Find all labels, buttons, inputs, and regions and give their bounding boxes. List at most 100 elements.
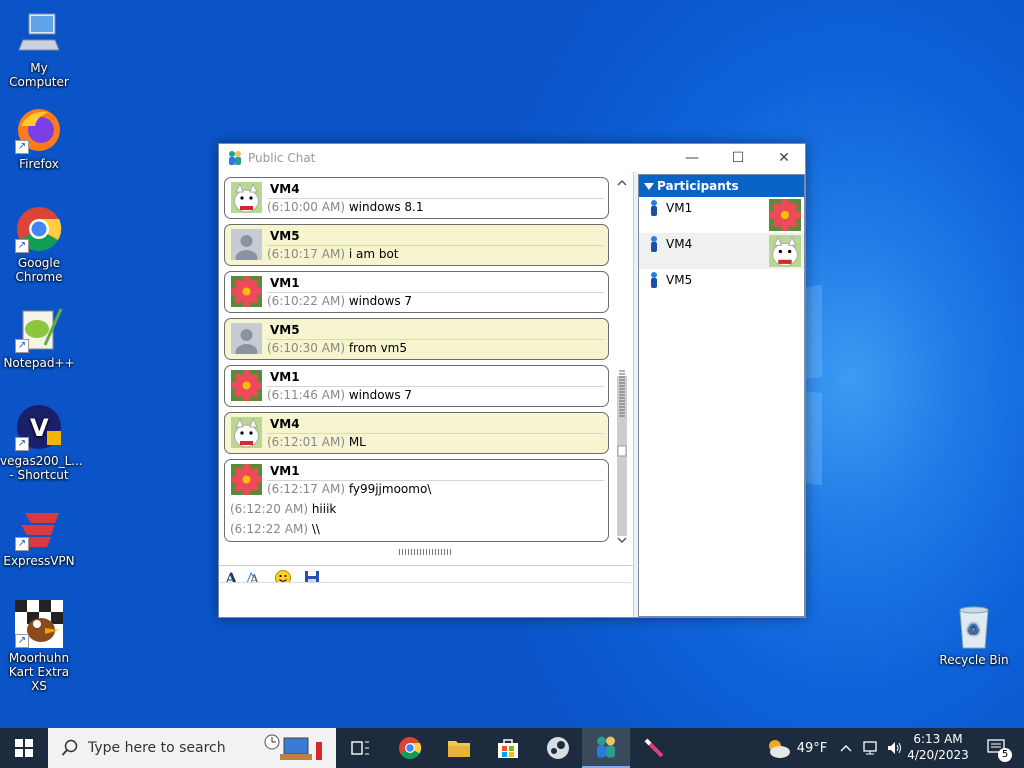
taskbar-app-steam[interactable] xyxy=(534,728,582,768)
desktop-icon-my-computer[interactable]: My Computer xyxy=(0,10,78,89)
message-body: (6:12:17 AM) fy99jjmoomo\ xyxy=(267,482,431,496)
flower-avatar xyxy=(231,464,262,495)
message-author: VM1 xyxy=(270,464,300,478)
desktop-icon-recycle-bin[interactable]: ♻ Recycle Bin xyxy=(935,602,1013,667)
shortcut-arrow-icon: ↗ xyxy=(15,537,29,551)
desktop-icon-vegas[interactable]: V ↗ vegas200_L... - Shortcut xyxy=(0,403,83,482)
moorhuhn-icon: ↗ xyxy=(15,600,63,648)
collapse-triangle-icon xyxy=(644,183,654,190)
message-divider xyxy=(267,198,604,199)
show-hidden-icons-button[interactable] xyxy=(836,728,856,768)
message-author: VM5 xyxy=(270,229,300,243)
volume-button[interactable] xyxy=(884,728,906,768)
folder-icon xyxy=(448,741,470,757)
taskbar-file-explorer[interactable] xyxy=(435,728,483,768)
notification-center-button[interactable]: 5 xyxy=(978,728,1018,768)
shortcut-arrow-icon: ↗ xyxy=(15,239,29,253)
participant-item[interactable]: VM4 xyxy=(639,233,804,269)
taskbar-app-pen[interactable] xyxy=(630,728,678,768)
message-text: fy99jjmoomo\ xyxy=(348,482,432,496)
message-text: windows 7 xyxy=(348,388,413,402)
message-time: (6:10:22 AM) xyxy=(267,294,345,308)
chat-message: VM5 (6:10:30 AM) from vm5 xyxy=(224,318,609,360)
taskbar-store[interactable] xyxy=(484,728,532,768)
message-text: hiiik xyxy=(311,502,337,516)
task-view-icon xyxy=(351,741,369,755)
chat-message: VM4 (6:10:00 AM) windows 8.1 xyxy=(224,177,609,219)
close-icon: ✕ xyxy=(778,150,790,166)
message-body: (6:11:46 AM) windows 7 xyxy=(267,388,412,402)
start-button[interactable] xyxy=(0,728,48,768)
firefox-icon: ↗ xyxy=(15,106,63,154)
taskbar-chat-app[interactable] xyxy=(582,728,630,768)
maximize-button[interactable]: ☐ xyxy=(715,144,761,172)
close-button[interactable]: ✕ xyxy=(761,144,807,172)
desktop-icon-notepadpp[interactable]: ↗ Notepad++ xyxy=(0,305,78,370)
participants-header-label: Participants xyxy=(657,179,739,193)
message-author: VM4 xyxy=(270,182,300,196)
vegas-icon: V ↗ xyxy=(15,403,63,451)
user-icon xyxy=(650,272,658,288)
expressvpn-icon: ↗ xyxy=(15,503,63,551)
message-body: (6:10:30 AM) from vm5 xyxy=(267,341,407,355)
flower-avatar xyxy=(231,276,262,307)
taskbar-search-box[interactable]: Type here to search xyxy=(48,728,336,768)
minimize-button[interactable]: — xyxy=(669,144,715,172)
chat-message: VM1 (6:12:17 AM) fy99jjmoomo\ (6:12:20 A… xyxy=(224,459,609,542)
participant-item[interactable]: VM5 xyxy=(639,269,804,305)
message-body: (6:10:00 AM) windows 8.1 xyxy=(267,200,424,214)
notification-badge: 5 xyxy=(998,748,1012,762)
message-text: windows 7 xyxy=(348,294,413,308)
desktop-icon-label: Recycle Bin xyxy=(939,653,1009,667)
default-avatar xyxy=(231,323,262,354)
weather-widget[interactable]: 49°F xyxy=(760,728,832,768)
speaker-icon xyxy=(888,742,901,754)
participant-name: VM5 xyxy=(666,273,693,287)
taskbar-chrome[interactable] xyxy=(386,728,434,768)
desktop-icon-label: Google Chrome xyxy=(15,256,63,284)
computer-icon xyxy=(15,10,63,58)
network-button[interactable] xyxy=(860,728,882,768)
message-time: (6:12:20 AM) xyxy=(230,502,308,516)
chat-history[interactable]: VM4 (6:10:00 AM) windows 8.1 VM5 (6:10:1… xyxy=(219,172,633,565)
cat-avatar xyxy=(769,235,801,267)
message-author: VM5 xyxy=(270,323,300,337)
search-placeholder: Type here to search xyxy=(88,740,226,756)
minimize-icon: — xyxy=(685,150,699,166)
message-time: (6:12:22 AM) xyxy=(230,522,308,536)
message-input[interactable] xyxy=(219,583,633,617)
desktop-icon-label: Firefox xyxy=(19,157,59,171)
chrome-icon xyxy=(399,737,422,759)
message-divider xyxy=(267,339,604,340)
windows-logo-icon xyxy=(15,739,33,757)
message-author: VM1 xyxy=(270,370,300,384)
chrome-icon: ↗ xyxy=(15,205,63,253)
message-body: (6:12:01 AM) ML xyxy=(267,435,366,449)
desktop-icon-label: vegas200_L... - Shortcut xyxy=(0,454,83,482)
participants-header[interactable]: Participants xyxy=(639,175,804,197)
message-time: (6:10:30 AM) xyxy=(267,341,345,355)
taskbar: Type here to search 49°F 6:13 AM 4/20/20… xyxy=(0,728,1024,768)
network-icon xyxy=(863,741,877,755)
maximize-icon: ☐ xyxy=(731,150,745,166)
participant-item[interactable]: VM1 xyxy=(639,197,804,233)
window-titlebar[interactable]: Public Chat — ☐ ✕ xyxy=(219,144,805,172)
splitter-grip[interactable] xyxy=(399,549,453,555)
clock[interactable]: 6:13 AM 4/20/2023 xyxy=(906,731,970,763)
message-body: (6:12:20 AM) hiiik xyxy=(230,502,336,516)
desktop-icon-label: Notepad++ xyxy=(3,356,75,370)
desktop-icon-expressvpn[interactable]: ↗ ExpressVPN xyxy=(0,503,78,568)
shortcut-arrow-icon: ↗ xyxy=(15,140,29,154)
desktop-icon-chrome[interactable]: ↗ Google Chrome xyxy=(0,205,78,284)
desktop-icon-firefox[interactable]: ↗ Firefox xyxy=(0,106,78,171)
chat-message: VM5 (6:10:17 AM) i am bot xyxy=(224,224,609,266)
message-body: (6:10:17 AM) i am bot xyxy=(267,247,399,261)
task-view-button[interactable] xyxy=(336,728,384,768)
desktop-icon-label: ExpressVPN xyxy=(3,554,75,568)
clock-date: 4/20/2023 xyxy=(907,748,969,762)
desktop-icon-moorhuhn[interactable]: ↗ Moorhuhn Kart Extra XS xyxy=(0,600,78,693)
message-divider xyxy=(267,480,604,481)
user-icon xyxy=(650,236,658,252)
chat-scrollbar[interactable] xyxy=(614,176,630,548)
message-divider xyxy=(267,245,604,246)
